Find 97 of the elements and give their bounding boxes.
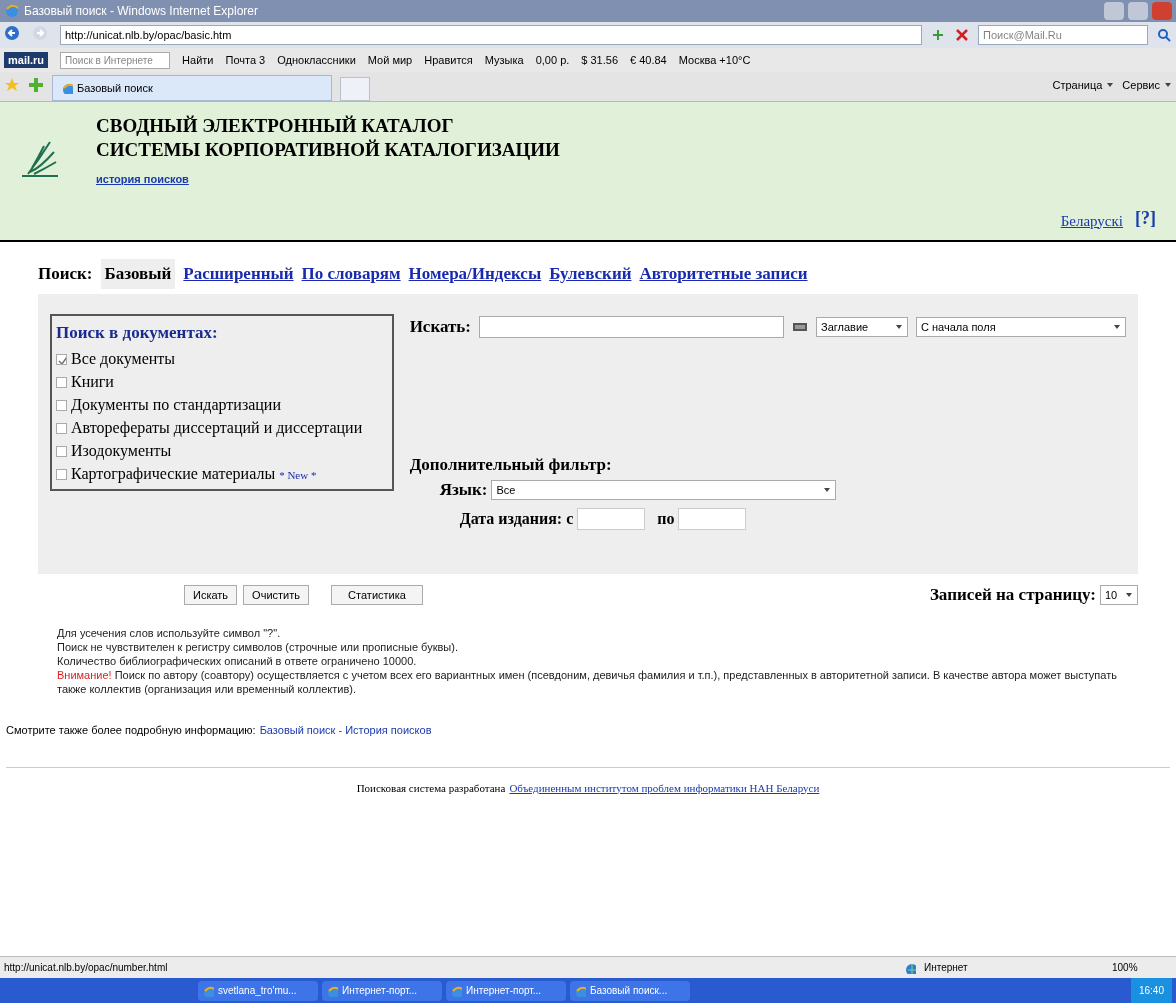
caret-icon bbox=[1106, 80, 1115, 89]
caret-icon bbox=[1113, 322, 1121, 331]
globe-icon bbox=[904, 961, 916, 974]
mode-dropdown[interactable]: С начала поля bbox=[916, 316, 1126, 337]
per-page-dropdown[interactable]: 10 bbox=[1100, 585, 1138, 605]
see-also-text: Смотрите также более подробную информацию: bbox=[6, 723, 256, 738]
footer-text: Поисковая система разработана bbox=[356, 780, 506, 796]
taskbar-button[interactable]: svetlana_tro'mu... bbox=[198, 980, 318, 1001]
minimize-button[interactable] bbox=[1104, 2, 1124, 20]
caret-icon bbox=[1125, 591, 1133, 599]
checkbox-label: Все документы bbox=[71, 348, 176, 369]
close-button[interactable] bbox=[1152, 2, 1172, 20]
browser-icon bbox=[202, 984, 214, 997]
see-also-link[interactable]: Базовый поиск - История поисков bbox=[259, 722, 432, 739]
toolbar-item[interactable]: Почта 3 bbox=[225, 51, 266, 69]
date-from-label: Дата издания: с bbox=[459, 508, 574, 530]
checkbox[interactable] bbox=[56, 376, 67, 388]
taskbar-button[interactable]: Интернет-порт... bbox=[322, 980, 442, 1001]
caret-icon bbox=[823, 485, 832, 494]
checkbox-label: Документы по стандартизации bbox=[71, 394, 281, 415]
language-dropdown[interactable]: Все bbox=[491, 479, 837, 500]
search-input[interactable] bbox=[479, 315, 784, 338]
caret-icon bbox=[895, 322, 903, 331]
browser-icon bbox=[326, 984, 338, 997]
extra-filter-title: Дополнительный фильтр: bbox=[409, 453, 613, 476]
toolbar-item[interactable]: Нравится bbox=[424, 51, 473, 69]
add-favorite-icon bbox=[28, 77, 44, 93]
toolbar-search-field[interactable]: Поиск в Интернете bbox=[60, 51, 171, 69]
toolbar-item[interactable]: Мой мир bbox=[367, 51, 413, 69]
search-mode-tab[interactable]: Авторитетные записи bbox=[639, 261, 808, 287]
date-to-field[interactable] bbox=[678, 507, 747, 530]
checkbox-label: Изодокументы bbox=[71, 440, 172, 461]
favorites-star-icon bbox=[4, 77, 20, 93]
toolbar-item[interactable]: Москва +10°C bbox=[678, 51, 751, 69]
toolbar-item[interactable]: 0,00 р. bbox=[535, 51, 570, 69]
zoom-button[interactable]: 100% bbox=[1112, 960, 1172, 975]
browser-icon bbox=[450, 984, 462, 997]
checkbox-label: Картографические материалы bbox=[71, 464, 277, 482]
date-from-field[interactable] bbox=[577, 507, 646, 530]
checkbox-label: Книги bbox=[71, 371, 114, 392]
note-text: Для усечения слов используйте символ "?". bbox=[57, 626, 282, 640]
site-title: СИСТЕМЫ КОРПОРАТИВНОЙ КАТАЛОГИЗАЦИИ bbox=[96, 138, 561, 162]
status-zone: Интернет bbox=[924, 961, 969, 975]
search-field-label: Искать: bbox=[409, 316, 471, 338]
browser-icon bbox=[4, 3, 20, 19]
field-dropdown[interactable]: Заглавие bbox=[816, 316, 908, 337]
new-tab-button[interactable] bbox=[340, 77, 370, 101]
toolbar-item[interactable]: € 40.84 bbox=[630, 51, 667, 69]
warning-text: Внимание! Поиск по автору (соавтору) осуществляется с учетом всех его вариантных имен (псевдоним, девичья фамилия и т.п.), представленных в авторитетной записи. В качестве автора может выступать также коллектив (организация или временный коллектив). bbox=[57, 668, 1118, 696]
taskbar-button[interactable]: Базовый поиск... bbox=[570, 980, 690, 1001]
checkbox[interactable] bbox=[56, 399, 67, 411]
language-link[interactable]: Беларускі bbox=[1060, 209, 1123, 232]
per-page-label: Записей на страницу: bbox=[929, 584, 1096, 607]
search-mode-tab[interactable]: Булевский bbox=[549, 261, 632, 287]
caret-icon bbox=[1164, 80, 1172, 89]
note-text: Количество библиографических описаний в ответе ограничено 10000. bbox=[57, 654, 418, 668]
site-title: СВОДНЫЙ ЭЛЕКТРОННЫЙ КАТАЛОГ bbox=[96, 114, 455, 138]
checkbox[interactable] bbox=[56, 353, 67, 365]
command-button[interactable]: Сервис bbox=[1122, 76, 1172, 93]
new-label: * New * bbox=[279, 468, 317, 481]
page-icon bbox=[61, 82, 73, 94]
language-label: Язык: bbox=[439, 479, 488, 501]
toolbar-logo[interactable]: mail.ru bbox=[4, 51, 49, 69]
browser-tab[interactable]: Базовый поиск bbox=[52, 75, 332, 101]
toolbar-item[interactable]: Одноклассники bbox=[277, 51, 356, 69]
command-button[interactable]: Страница bbox=[1052, 76, 1115, 93]
form-button[interactable]: Искать bbox=[184, 585, 238, 605]
filter-title: Поиск в документах: bbox=[56, 322, 219, 344]
form-button[interactable]: Статистика bbox=[331, 585, 423, 605]
browser-icon bbox=[574, 984, 586, 997]
window-title: Базовый поиск - Windows Internet Explorer bbox=[24, 3, 258, 20]
checkbox[interactable] bbox=[56, 445, 67, 457]
search-mode-tab[interactable]: Базовый bbox=[100, 259, 176, 289]
tab-title: Базовый поиск bbox=[77, 80, 153, 96]
checkbox[interactable] bbox=[56, 468, 67, 480]
checkbox[interactable] bbox=[56, 422, 67, 434]
form-button[interactable]: Очистить bbox=[243, 585, 309, 605]
date-to-label: по bbox=[657, 508, 675, 529]
search-field[interactable]: Поиск@Mail.Ru bbox=[978, 25, 1148, 45]
checkbox-label: Авторефераты диссертаций и диссертации bbox=[71, 417, 363, 438]
maximize-button[interactable] bbox=[1128, 2, 1148, 20]
search-mode-tab[interactable]: По словарям bbox=[301, 261, 401, 287]
status-url: http://unicat.nlb.by/opac/number.html bbox=[4, 961, 169, 975]
search-mode-tab[interactable]: Номера/Индексы bbox=[408, 261, 542, 287]
taskbar-button[interactable]: Интернет-порт... bbox=[446, 980, 566, 1001]
history-link[interactable]: история поисков bbox=[96, 173, 189, 185]
toolbar-item[interactable]: Музыка bbox=[484, 51, 524, 69]
help-link[interactable]: [?] bbox=[1135, 205, 1156, 232]
find-button[interactable]: Найти bbox=[182, 51, 214, 69]
address-field[interactable]: http://unicat.nlb.by/opac/basic.htm bbox=[60, 25, 922, 45]
note-text: Поиск не чувствителен к регистру символов (строчные или прописные буквы). bbox=[57, 640, 459, 654]
search-mode-tab[interactable]: Расширенный bbox=[183, 261, 294, 287]
search-label: Поиск: bbox=[38, 263, 93, 286]
search-icon bbox=[1156, 27, 1172, 43]
toolbar-item[interactable]: $ 31.56 bbox=[581, 51, 619, 69]
footer-link[interactable]: Объединенным институтом проблем информатики НАН Беларуси bbox=[509, 779, 820, 796]
clock: 16:40 bbox=[1138, 984, 1164, 998]
